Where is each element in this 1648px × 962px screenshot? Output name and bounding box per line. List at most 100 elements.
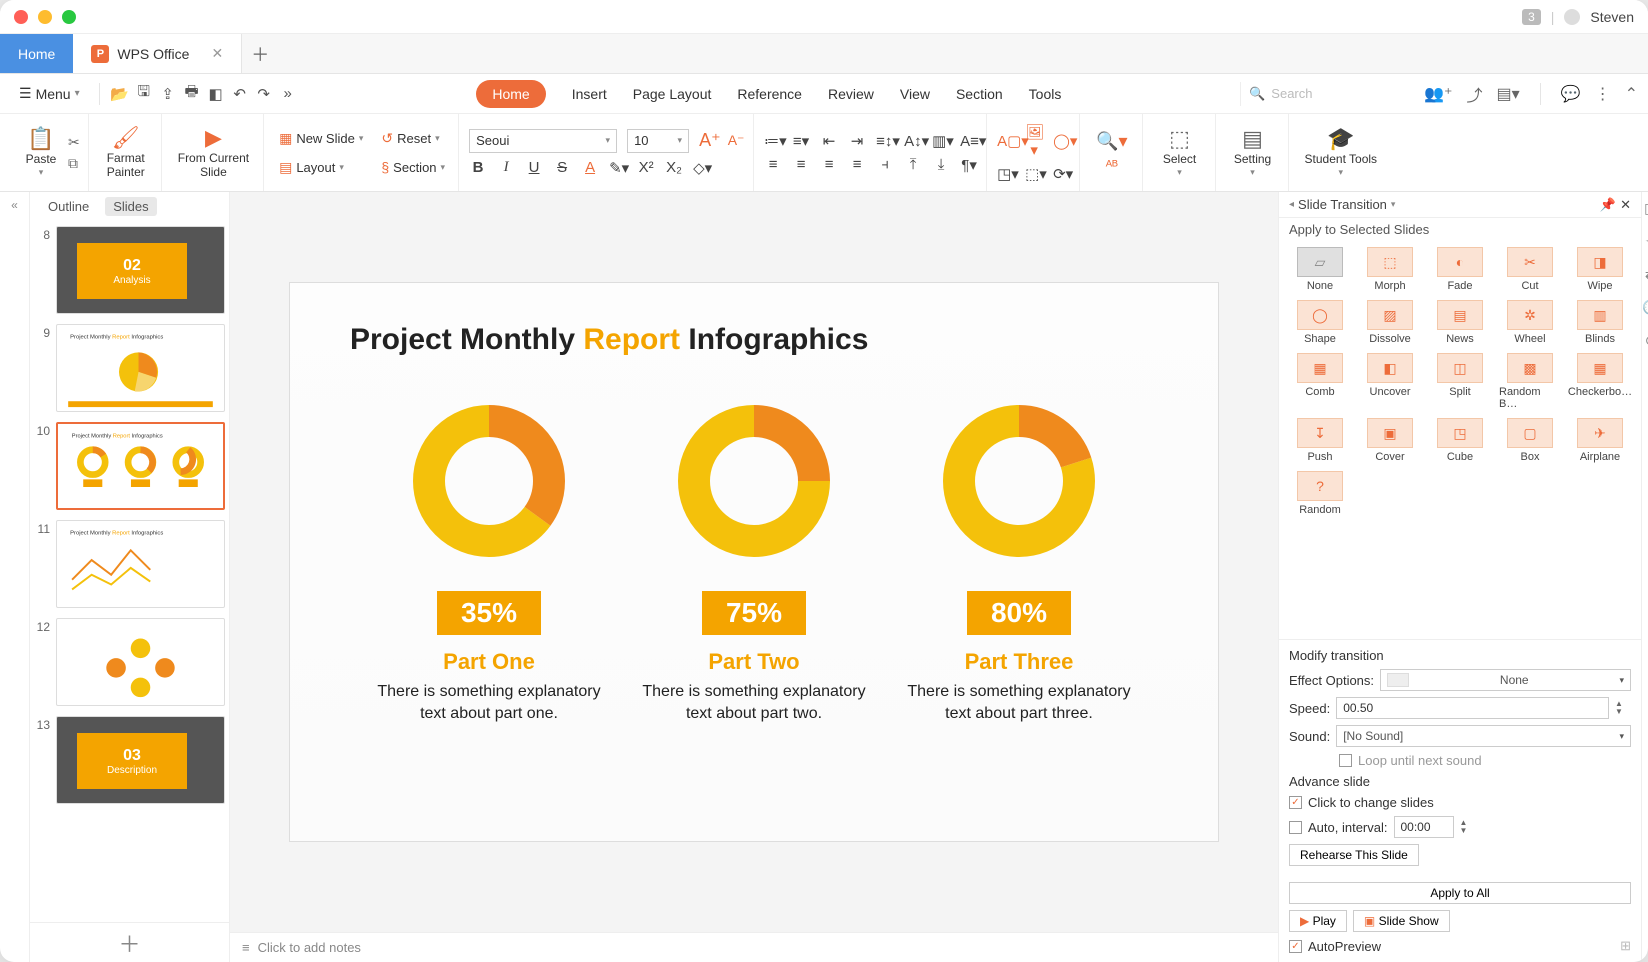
slide-thumb-11[interactable]: Project Monthly Report Infographics xyxy=(56,520,225,608)
subscript-button[interactable]: X₂ xyxy=(665,159,683,176)
ribbon-tab-reference[interactable]: Reference xyxy=(737,80,802,108)
new-slide-button[interactable]: ▦New Slide▾ xyxy=(274,127,368,150)
add-slide-button[interactable]: ＋ xyxy=(30,922,229,962)
increase-indent-icon[interactable]: ⇥ xyxy=(848,132,866,150)
transition-morph[interactable]: ⬚Morph xyxy=(1359,247,1421,292)
redo-icon[interactable]: ↷ xyxy=(254,84,274,104)
align-right-icon[interactable]: ≡ xyxy=(820,156,838,173)
open-icon[interactable]: 📂 xyxy=(110,84,130,104)
line-spacing-icon[interactable]: ≡↕▾ xyxy=(876,132,894,150)
tool-4-icon[interactable]: 🕓 xyxy=(1642,299,1648,316)
select-button[interactable]: ⬚ Select▾ xyxy=(1153,125,1207,180)
underline-button[interactable]: U xyxy=(525,159,543,176)
transition-cube[interactable]: ◳Cube xyxy=(1429,418,1491,463)
new-tab-button[interactable]: ＋ xyxy=(242,34,278,73)
transition-box[interactable]: ▢Box xyxy=(1499,418,1561,463)
find-icon[interactable]: 🔍▾ xyxy=(1096,132,1127,152)
setting-button[interactable]: ▤ Setting▾ xyxy=(1226,125,1280,180)
minimize-window[interactable] xyxy=(38,10,52,24)
columns-icon[interactable]: ▥▾ xyxy=(932,132,950,150)
shrink-font-icon[interactable]: A⁻ xyxy=(727,132,745,149)
align-text-icon[interactable]: A≡▾ xyxy=(960,132,978,150)
transition-cover[interactable]: ▣Cover xyxy=(1359,418,1421,463)
maximize-window[interactable] xyxy=(62,10,76,24)
transition-news[interactable]: ▤News xyxy=(1429,300,1491,345)
rehearse-button[interactable]: Rehearse This Slide xyxy=(1289,844,1419,866)
notes-bar[interactable]: ≡ Click to add notes xyxy=(230,932,1278,962)
auto-checkbox[interactable] xyxy=(1289,821,1302,834)
ribbon-tab-view[interactable]: View xyxy=(900,80,930,108)
notif-badge[interactable]: 3 xyxy=(1522,9,1541,25)
align-left-icon[interactable]: ≡ xyxy=(764,156,782,173)
search-input[interactable]: 🔍 Search xyxy=(1240,82,1420,106)
justify-icon[interactable]: ≡ xyxy=(848,156,866,173)
group-icon[interactable]: ⬚▾ xyxy=(1025,165,1043,183)
more-icon[interactable]: ⋮ xyxy=(1595,84,1611,104)
tab-home[interactable]: Home xyxy=(0,34,73,73)
avatar[interactable] xyxy=(1564,9,1580,25)
auto-interval-input[interactable]: 00:00 xyxy=(1394,816,1454,838)
paste-button[interactable]: 📋 Paste▾ xyxy=(14,125,68,180)
save-icon[interactable]: 🖫 xyxy=(134,84,154,104)
copy-icon[interactable]: ⧉ xyxy=(68,155,80,172)
rotate-icon[interactable]: ⟳▾ xyxy=(1053,165,1071,183)
more-quick-icon[interactable]: » xyxy=(278,84,298,104)
font-select[interactable]: Seoui▾ xyxy=(469,129,617,153)
ribbon-tab-section[interactable]: Section xyxy=(956,80,1003,108)
outline-tab[interactable]: Outline xyxy=(40,197,97,216)
donut-chart-1[interactable]: 35%Part OneThere is something explanator… xyxy=(364,397,614,724)
apply-all-button[interactable]: Apply to All xyxy=(1289,882,1631,904)
ribbon-tab-home[interactable]: Home xyxy=(476,80,545,108)
play-button[interactable]: ▶ Play xyxy=(1289,910,1347,932)
form-icon[interactable]: ▤▾ xyxy=(1497,84,1520,104)
transition-none[interactable]: ▱None xyxy=(1289,247,1351,292)
effect-options-select[interactable]: None▾ xyxy=(1380,669,1631,691)
transition-shape[interactable]: ◯Shape xyxy=(1289,300,1351,345)
shapes-icon[interactable]: ◯▾ xyxy=(1053,132,1071,150)
grow-font-icon[interactable]: A⁺ xyxy=(699,130,717,151)
ribbon-tab-page-layout[interactable]: Page Layout xyxy=(633,80,712,108)
transition-checkerbo-[interactable]: ▦Checkerbo… xyxy=(1569,353,1631,410)
decrease-indent-icon[interactable]: ⇤ xyxy=(820,132,838,150)
transition-comb[interactable]: ▦Comb xyxy=(1289,353,1351,410)
grid-view-icon[interactable]: ⊞ xyxy=(1620,938,1631,954)
reset-button[interactable]: ↺Reset▾ xyxy=(376,127,450,150)
student-tools-button[interactable]: 🎓 Student Tools▾ xyxy=(1299,125,1384,180)
arrange-icon[interactable]: ◳▾ xyxy=(997,165,1015,183)
transition-wheel[interactable]: ✲Wheel xyxy=(1499,300,1561,345)
username[interactable]: Steven xyxy=(1590,9,1634,25)
slide-thumb-9[interactable]: Project Monthly Report Infographics xyxy=(56,324,225,412)
collapse-ribbon-icon[interactable]: ⌃ xyxy=(1625,84,1638,104)
transition-wipe[interactable]: ◨Wipe xyxy=(1569,247,1631,292)
transition-airplane[interactable]: ✈Airplane xyxy=(1569,418,1631,463)
slide-thumb-12[interactable] xyxy=(56,618,225,706)
collapse-left-icon[interactable]: « xyxy=(0,192,30,962)
slides-tab[interactable]: Slides xyxy=(105,197,156,216)
font-size-select[interactable]: 10▾ xyxy=(627,129,689,153)
print-preview-icon[interactable]: ◧ xyxy=(206,84,226,104)
sound-select[interactable]: [No Sound]▾ xyxy=(1336,725,1631,747)
slide-show-button[interactable]: ▣ Slide Show xyxy=(1353,910,1450,932)
slide-thumb-10[interactable]: Project Monthly Report Infographics xyxy=(56,422,225,510)
panel-title[interactable]: Slide Transition xyxy=(1298,197,1387,212)
feedback-icon[interactable]: 💬 xyxy=(1561,84,1581,104)
speed-input[interactable]: 00.50 xyxy=(1336,697,1609,719)
bold-button[interactable]: B xyxy=(469,159,487,176)
ribbon-tab-tools[interactable]: Tools xyxy=(1029,80,1062,108)
slide-thumb-13[interactable]: 03Description xyxy=(56,716,225,804)
numbering-icon[interactable]: ≡▾ xyxy=(792,132,810,150)
transition-random-b-[interactable]: ▩Random B… xyxy=(1499,353,1561,410)
slide-thumb-8[interactable]: 02Analysis xyxy=(56,226,225,314)
transition-dissolve[interactable]: ▨Dissolve xyxy=(1359,300,1421,345)
format-painter-button[interactable]: 🖌 Farmat Painter xyxy=(99,124,153,181)
distribute-icon[interactable]: ⫞ xyxy=(876,156,894,173)
italic-button[interactable]: I xyxy=(497,159,515,176)
text-direction-icon[interactable]: A↕▾ xyxy=(904,132,922,150)
paragraph-icon[interactable]: ¶▾ xyxy=(960,156,978,174)
picture-icon[interactable]: 🖼▾ xyxy=(1025,123,1043,159)
section-button[interactable]: §Section▾ xyxy=(376,156,450,178)
donut-chart-3[interactable]: 80%Part ThreeThere is something explanat… xyxy=(894,397,1144,724)
transition-blinds[interactable]: ▥Blinds xyxy=(1569,300,1631,345)
tab-document[interactable]: P WPS Office ✕ xyxy=(73,34,242,73)
click-checkbox[interactable]: ✓ xyxy=(1289,796,1302,809)
